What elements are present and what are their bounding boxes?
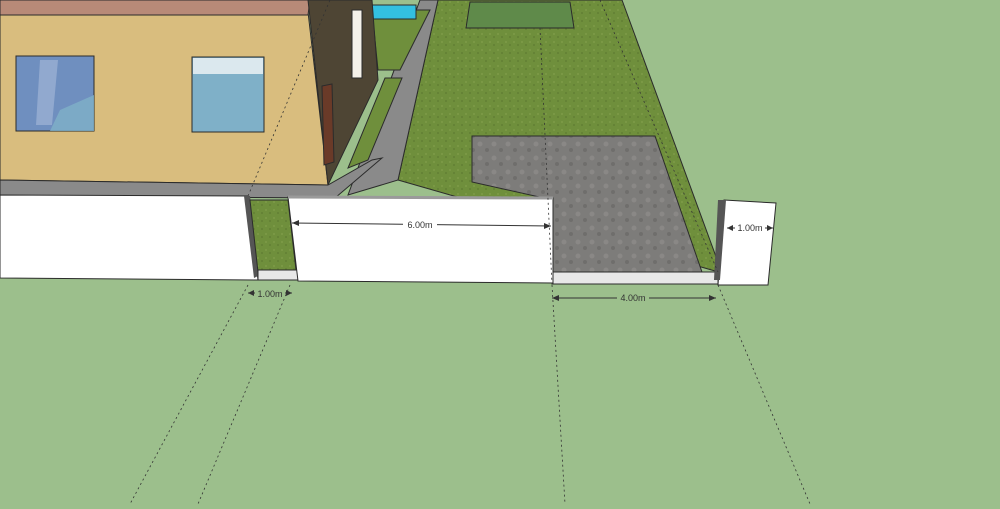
dimension-label-pillar-width: 1.00m	[737, 223, 762, 233]
dimension-label-wall-length: 6.00m	[407, 220, 432, 230]
scene-canvas: 6.00m 1.00m 4.00m 1.00m	[0, 0, 1000, 505]
pool	[370, 4, 417, 20]
wall-segment-left	[0, 194, 259, 281]
side-window	[351, 9, 363, 79]
right-window	[191, 56, 265, 133]
dimension-label-gate-opening: 4.00m	[620, 293, 645, 303]
house-roof	[0, 0, 311, 16]
left-window	[15, 55, 95, 132]
side-door	[321, 83, 335, 166]
gap-lawn	[249, 199, 297, 273]
far-lawn-patch	[465, 1, 575, 29]
gate-curb	[552, 271, 719, 285]
sketchup-3d-viewport[interactable]: 6.00m 1.00m 4.00m 1.00m	[0, 0, 1000, 505]
gap-curb	[257, 269, 299, 281]
pillar	[717, 199, 777, 286]
wall-segment-middle	[287, 196, 554, 284]
wall-cap	[287, 195, 554, 200]
dimension-label-left-gap: 1.00m	[257, 289, 282, 299]
